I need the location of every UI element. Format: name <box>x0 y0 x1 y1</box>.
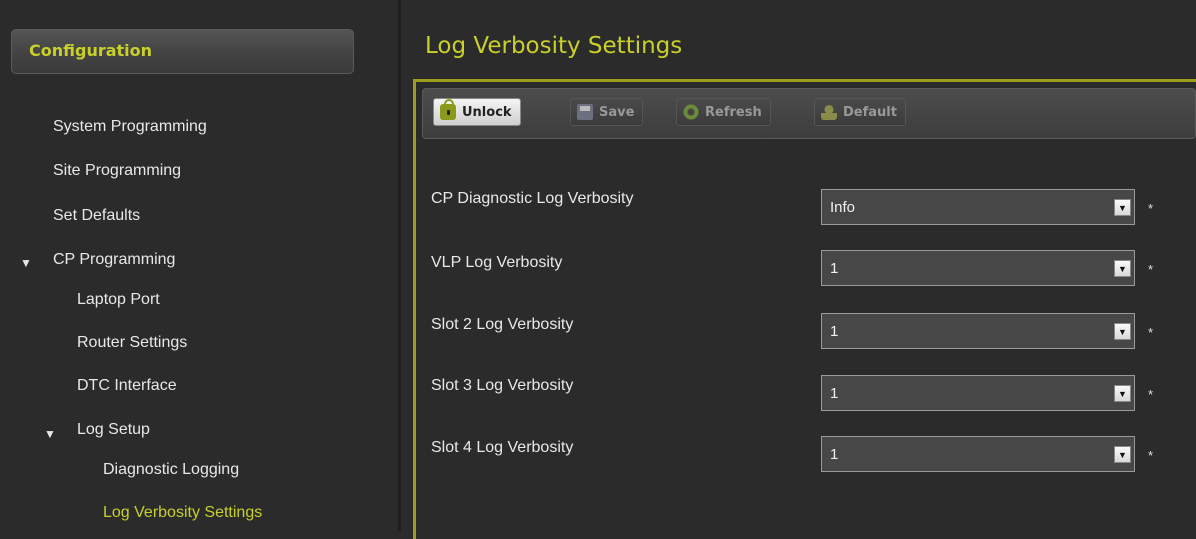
slot-3-log-verbosity-label: Slot 3 Log Verbosity <box>431 377 574 394</box>
sidebar-item-site-programming[interactable]: Site Programming <box>53 162 181 180</box>
required-mark: * <box>1148 448 1154 463</box>
triangle-down-icon[interactable]: ▼ <box>20 256 32 270</box>
unlock-button-label: Unlock <box>462 104 512 120</box>
chevron-down-icon[interactable]: ▼ <box>1114 260 1131 277</box>
default-button[interactable]: Default <box>814 98 906 126</box>
slot-4-log-verbosity-label: Slot 4 Log Verbosity <box>431 439 574 456</box>
required-mark: * <box>1148 262 1154 277</box>
refresh-button-label: Refresh <box>705 104 762 120</box>
slot-2-log-verbosity-label: Slot 2 Log Verbosity <box>431 316 574 333</box>
triangle-down-icon[interactable]: ▼ <box>44 427 56 441</box>
save-button-label: Save <box>599 104 635 120</box>
cp-diagnostic-log-verbosity-select[interactable]: Info ▼ <box>821 189 1135 225</box>
sidebar-item-log-verbosity-settings[interactable]: Log Verbosity Settings <box>103 504 262 522</box>
sidebar: Configuration System Programming Site Pr… <box>0 0 398 531</box>
select-value: 1 <box>830 323 839 340</box>
toolbar: Unlock Save Refresh Default <box>422 88 1196 139</box>
unlock-button[interactable]: Unlock <box>433 98 521 126</box>
required-mark: * <box>1148 387 1154 402</box>
sidebar-item-system-programming[interactable]: System Programming <box>53 118 207 136</box>
default-button-label: Default <box>843 104 897 120</box>
sidebar-item-log-setup[interactable]: Log Setup <box>77 421 150 439</box>
page-title: Log Verbosity Settings <box>425 33 683 59</box>
configuration-header[interactable]: Configuration <box>11 29 354 74</box>
chevron-down-icon[interactable]: ▼ <box>1114 323 1131 340</box>
chevron-down-icon[interactable]: ▼ <box>1114 446 1131 463</box>
sidebar-item-diagnostic-logging[interactable]: Diagnostic Logging <box>103 461 239 479</box>
sidebar-item-laptop-port[interactable]: Laptop Port <box>77 291 160 309</box>
chevron-down-icon[interactable]: ▼ <box>1114 385 1131 402</box>
chevron-down-icon[interactable]: ▼ <box>1114 199 1131 216</box>
select-value: 1 <box>830 260 839 277</box>
sidebar-divider <box>398 0 401 531</box>
vlp-log-verbosity-select[interactable]: 1 ▼ <box>821 250 1135 286</box>
save-button[interactable]: Save <box>570 98 644 126</box>
refresh-icon <box>683 104 699 120</box>
refresh-button[interactable]: Refresh <box>676 98 771 126</box>
sidebar-item-cp-programming[interactable]: CP Programming <box>53 251 175 269</box>
select-value: Info <box>830 199 856 216</box>
default-icon <box>821 104 837 120</box>
floppy-disk-icon <box>577 104 593 120</box>
sidebar-item-set-defaults[interactable]: Set Defaults <box>53 207 140 225</box>
slot-3-log-verbosity-select[interactable]: 1 ▼ <box>821 375 1135 411</box>
configuration-header-label: Configuration <box>29 41 153 60</box>
required-mark: * <box>1148 201 1154 216</box>
select-value: 1 <box>830 446 839 463</box>
required-mark: * <box>1148 325 1154 340</box>
vlp-log-verbosity-label: VLP Log Verbosity <box>431 254 563 271</box>
lock-open-icon <box>440 99 456 120</box>
sidebar-item-dtc-interface[interactable]: DTC Interface <box>77 377 177 395</box>
cp-diagnostic-log-verbosity-label: CP Diagnostic Log Verbosity <box>431 190 634 207</box>
sidebar-item-router-settings[interactable]: Router Settings <box>77 334 187 352</box>
slot-2-log-verbosity-select[interactable]: 1 ▼ <box>821 313 1135 349</box>
slot-4-log-verbosity-select[interactable]: 1 ▼ <box>821 436 1135 472</box>
select-value: 1 <box>830 385 839 402</box>
